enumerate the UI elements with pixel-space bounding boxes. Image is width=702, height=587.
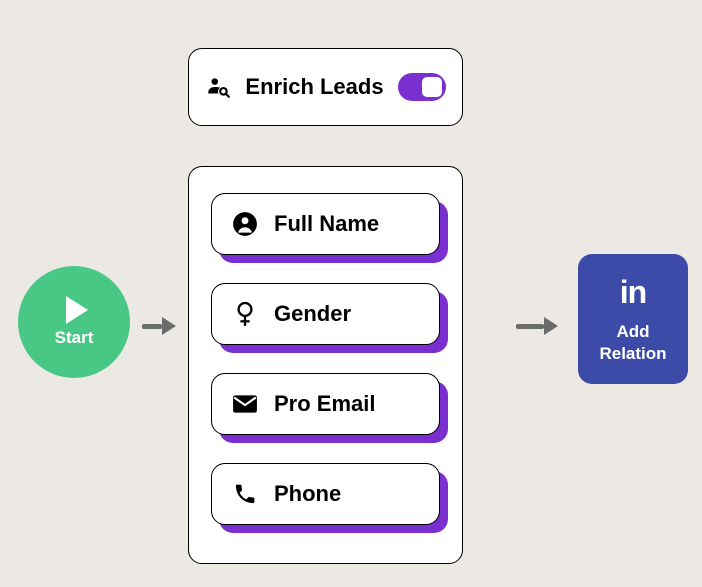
add-relation-label: Add Relation <box>599 321 666 364</box>
fields-panel: Full Name Gender Pro Emai <box>188 166 463 564</box>
field-pro-email[interactable]: Pro Email <box>211 373 440 435</box>
gender-icon <box>232 301 258 327</box>
enrich-leads-card: Enrich Leads <box>188 48 463 126</box>
field-label: Pro Email <box>274 391 375 417</box>
enrich-leads-toggle[interactable] <box>398 73 446 101</box>
person-search-icon <box>205 74 231 100</box>
field-label: Phone <box>274 481 341 507</box>
person-icon <box>232 211 258 237</box>
field-label: Gender <box>274 301 351 327</box>
field-gender[interactable]: Gender <box>211 283 440 345</box>
add-relation-card[interactable]: in Add Relation <box>578 254 688 384</box>
play-icon <box>66 296 88 324</box>
enrich-leads-title: Enrich Leads <box>245 74 383 100</box>
phone-icon <box>232 481 258 507</box>
start-button[interactable]: Start <box>18 266 130 378</box>
linkedin-icon: in <box>620 274 646 311</box>
arrow-start-to-fields <box>142 317 176 335</box>
start-label: Start <box>55 328 94 348</box>
email-icon <box>232 391 258 417</box>
field-phone[interactable]: Phone <box>211 463 440 525</box>
field-full-name[interactable]: Full Name <box>211 193 440 255</box>
field-label: Full Name <box>274 211 379 237</box>
arrow-fields-to-relation <box>516 317 558 335</box>
